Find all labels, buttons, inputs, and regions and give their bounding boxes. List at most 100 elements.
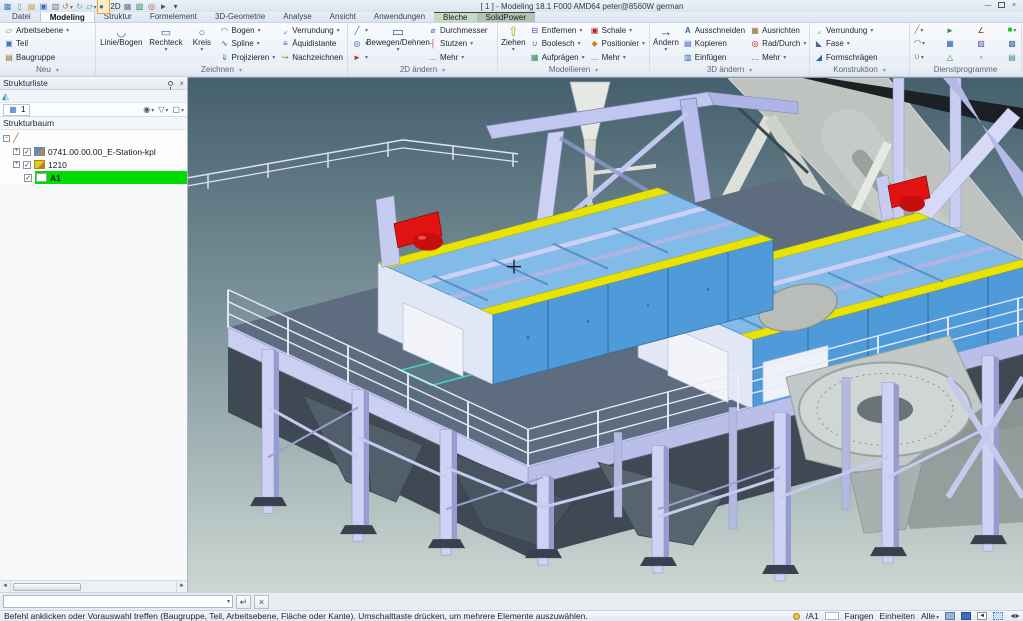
table-utility-icon[interactable] bbox=[945, 39, 955, 48]
triangle-utility-icon[interactable] bbox=[945, 53, 955, 62]
group-label-zeichnen[interactable]: Zeichnen bbox=[96, 64, 347, 76]
fase-button[interactable]: Fase bbox=[813, 38, 906, 50]
selection-scope-dropdown[interactable]: Alle bbox=[921, 611, 939, 621]
command-cancel-icon[interactable]: × bbox=[254, 595, 269, 609]
viewport-layout-icon[interactable] bbox=[945, 612, 955, 620]
bogen-button[interactable]: Bogen bbox=[218, 25, 276, 37]
close-button[interactable]: × bbox=[1009, 2, 1019, 11]
save-icon[interactable] bbox=[38, 1, 49, 12]
baugruppe-button[interactable]: Baugruppe bbox=[3, 51, 92, 63]
snap-button[interactable]: Fangen bbox=[845, 611, 874, 621]
status-value-box[interactable] bbox=[825, 612, 839, 620]
tab-ansicht[interactable]: Ansicht bbox=[321, 11, 365, 22]
fit-view-icon[interactable] bbox=[146, 1, 157, 12]
projizieren-button[interactable]: Projizieren bbox=[218, 51, 276, 63]
shade-utility-icon[interactable] bbox=[976, 39, 986, 48]
bewegen-dehnen-button[interactable]: Bewegen/Dehnen▾ bbox=[372, 24, 424, 64]
direction-edit-button[interactable] bbox=[351, 51, 369, 63]
minimize-button[interactable]: — bbox=[983, 2, 993, 11]
grid-snap-icon[interactable] bbox=[993, 612, 1003, 620]
shaded-view-icon[interactable] bbox=[98, 0, 109, 13]
tree-root-row[interactable]: − ╱ bbox=[0, 132, 187, 145]
panel-close-icon[interactable]: × bbox=[179, 79, 184, 88]
boolesch-button[interactable]: Boolesch bbox=[529, 38, 586, 50]
mehr-3d-button[interactable]: Mehr bbox=[749, 51, 807, 63]
command-input[interactable]: ▾ bbox=[3, 595, 233, 608]
expand-icon[interactable]: + bbox=[13, 148, 20, 155]
pane-splitter-icon[interactable]: ◄► bbox=[1009, 613, 1019, 620]
command-history-icon[interactable]: ▾ bbox=[227, 598, 232, 605]
rad-durch-button[interactable]: Rad/Durch bbox=[749, 38, 807, 50]
curve-utility-icon[interactable] bbox=[914, 38, 924, 49]
2d-mode-button[interactable]: 2D bbox=[110, 1, 121, 12]
undo-icon[interactable] bbox=[62, 1, 73, 12]
pointer-utility-icon[interactable] bbox=[945, 26, 955, 35]
einfuegen-button[interactable]: Einfügen bbox=[682, 51, 746, 63]
teil-button[interactable]: Teil bbox=[3, 38, 92, 50]
tree-row-a1[interactable]: ✓ A1 bbox=[0, 171, 187, 184]
filter-icon[interactable]: ▽ bbox=[158, 105, 168, 114]
positionieren-button[interactable]: Positionier bbox=[589, 38, 646, 50]
mehr-2d-button[interactable]: Mehr bbox=[427, 51, 489, 63]
sketch-utility-icon[interactable] bbox=[914, 25, 924, 36]
mehr-modellieren-button[interactable]: Mehr bbox=[589, 51, 646, 63]
workplane-tools-icon[interactable] bbox=[86, 1, 97, 12]
linie-bogen-button[interactable]: Linie/Bogen bbox=[99, 24, 144, 64]
measure-utility-icon[interactable] bbox=[976, 26, 986, 35]
group-label-modellieren[interactable]: Modellieren bbox=[498, 64, 649, 76]
verrundung-2d-button[interactable]: Verrundung bbox=[279, 25, 344, 37]
expand-icon[interactable]: + bbox=[13, 161, 20, 168]
visibility-checkbox[interactable]: ✓ bbox=[23, 161, 31, 169]
tree-row-estation[interactable]: + ✓ 0741.00.00.00_E-Station-kpl bbox=[0, 145, 187, 158]
angle-utility-icon[interactable] bbox=[914, 52, 924, 63]
view-options-icon[interactable]: ▢ bbox=[172, 105, 184, 114]
entfernen-button[interactable]: Entfernen bbox=[529, 25, 586, 37]
kreis-button[interactable]: Kreis▾ bbox=[188, 24, 215, 64]
tab-modeling[interactable]: Modeling bbox=[40, 11, 95, 22]
search-icon[interactable]: ◉ bbox=[143, 105, 154, 114]
camera-icon[interactable] bbox=[122, 1, 133, 12]
open-file-icon[interactable] bbox=[26, 1, 37, 12]
arbeitsebene-button[interactable]: Arbeitsebene bbox=[3, 25, 92, 37]
ziehen-button[interactable]: Ziehen▾ bbox=[501, 24, 526, 64]
ausrichten-button[interactable]: Ausrichten bbox=[749, 25, 807, 37]
restore-button[interactable] bbox=[996, 2, 1006, 11]
group-label-neu[interactable]: Neu bbox=[0, 64, 95, 76]
group-label-konstruktion[interactable]: Konstruktion bbox=[810, 64, 909, 76]
grid-utility-icon[interactable] bbox=[1007, 39, 1017, 48]
tab-formelement[interactable]: Formelement bbox=[141, 11, 206, 22]
pin-icon[interactable] bbox=[168, 81, 173, 86]
tab-3d-geometrie[interactable]: 3D-Geometrie bbox=[206, 11, 274, 22]
command-enter-icon[interactable]: ↵ bbox=[236, 595, 251, 609]
panel-horizontal-scrollbar[interactable]: ◄ ► bbox=[0, 580, 187, 592]
verrundung-3d-button[interactable]: Verrundung bbox=[813, 25, 906, 37]
select-mode-icon[interactable] bbox=[158, 1, 169, 12]
structure-tab-1[interactable]: 1 bbox=[3, 104, 30, 116]
visibility-checkbox[interactable]: ✓ bbox=[24, 174, 32, 182]
previous-view-icon[interactable]: ◄ bbox=[977, 612, 987, 620]
group-label-3d-aendern[interactable]: 3D ändern bbox=[650, 64, 809, 76]
scroll-right-icon[interactable]: ► bbox=[176, 581, 187, 592]
spline-button[interactable]: Spline bbox=[218, 38, 276, 50]
rechteck-button[interactable]: Rechteck▾ bbox=[147, 24, 186, 64]
tab-bleche[interactable]: Bleche bbox=[434, 11, 476, 22]
new-file-icon[interactable] bbox=[14, 1, 25, 12]
show-structure-icon[interactable] bbox=[961, 612, 971, 620]
print-preview-icon[interactable] bbox=[50, 1, 61, 12]
nachzeichnen-button[interactable]: Nachzeichnen bbox=[279, 51, 344, 63]
line-edit-button[interactable] bbox=[351, 25, 369, 37]
ausschneiden-button[interactable]: Ausschneiden bbox=[682, 25, 746, 37]
viewport-utility-icon[interactable] bbox=[1007, 25, 1017, 36]
tab-analyse[interactable]: Analyse bbox=[274, 11, 320, 22]
stutzen-button[interactable]: Stutzen bbox=[427, 38, 489, 50]
formschraegen-button[interactable]: Formschrägen bbox=[813, 51, 906, 63]
kopieren-button[interactable]: Kopieren bbox=[682, 38, 746, 50]
box-utility-icon[interactable] bbox=[976, 53, 986, 62]
aequidistante-button[interactable]: Äquidistante bbox=[279, 38, 344, 50]
durchmesser-button[interactable]: Durchmesser bbox=[427, 25, 489, 37]
tab-datei[interactable]: Datei bbox=[3, 11, 40, 22]
tab-solidpower[interactable]: SolidPower bbox=[477, 11, 535, 22]
aufpraegen-button[interactable]: Aufprägen bbox=[529, 51, 586, 63]
tree-row-1210[interactable]: + ✓ 1210 bbox=[0, 158, 187, 171]
viewport-3d[interactable] bbox=[188, 77, 1023, 592]
